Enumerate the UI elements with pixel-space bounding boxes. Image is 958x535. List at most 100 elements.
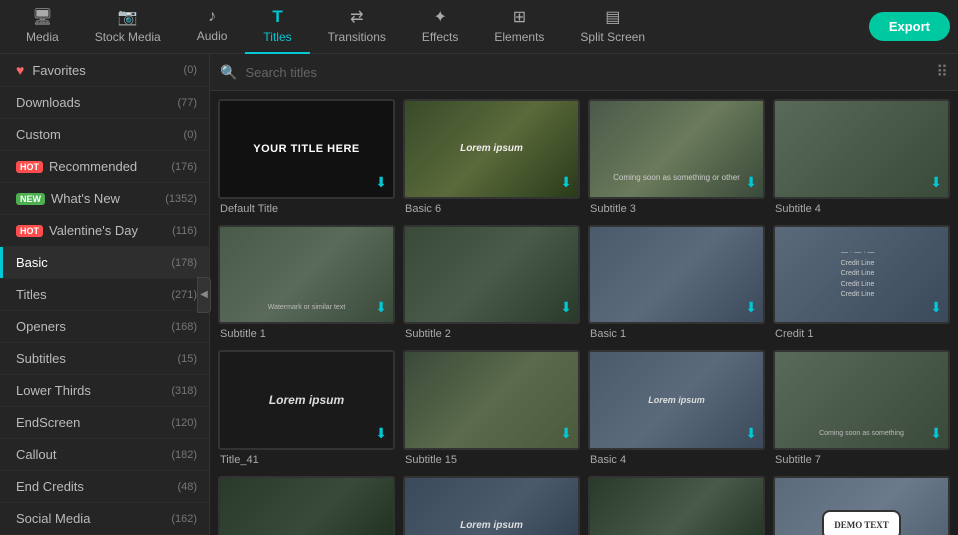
sidebar-label-custom: Custom — [16, 127, 180, 142]
thumb-text: Lorem ipsum — [458, 141, 525, 156]
sidebar-count-recommended: (176) — [171, 161, 197, 173]
grid-item-subtitle-15[interactable]: ⬇ Subtitle 15 — [403, 350, 580, 468]
sidebar-wrapper: ♥ Favorites (0) Downloads (77) Custom (0… — [0, 54, 210, 535]
grid-item-basic-1[interactable]: ⬇ Basic 1 — [588, 225, 765, 343]
thumb-overlay: Lorem ipsum — [220, 352, 393, 448]
download-icon-subtitle-4: ⬇ — [930, 174, 942, 191]
thumb-title-41: Lorem ipsum ⬇ — [218, 350, 395, 450]
sidebar-item-titles[interactable]: Titles (271) — [0, 279, 209, 311]
nav-item-effects[interactable]: ✦ Effects — [404, 0, 476, 54]
content-area: 🔍 ⠿ YOUR TITLE HERE ⬇ Default Title — [210, 54, 958, 535]
search-bar: 🔍 ⠿ — [210, 54, 958, 91]
sidebar-item-favorites[interactable]: ♥ Favorites (0) — [0, 54, 209, 87]
thumb-basic-1: ⬇ — [588, 225, 765, 325]
sidebar-label-recommended: Recommended — [49, 159, 167, 174]
nav-item-titles[interactable]: T Titles — [245, 0, 309, 54]
nav-item-split-screen[interactable]: ▤ Split Screen — [562, 0, 663, 54]
thumb-subtitle-3: Coming soon as something or other ⬇ — [588, 99, 765, 199]
grid-layout-icon[interactable]: ⠿ — [936, 62, 948, 82]
grid-item-credit-2[interactable]: Any text ⬇ Credit 2 — [588, 476, 765, 535]
thumb-overlay: Lorem ipsum — [405, 101, 578, 197]
grid-item-subtitle-7[interactable]: Coming soon as something ⬇ Subtitle 7 — [773, 350, 950, 468]
grid-item-credit-3[interactable]: Joe Bloggs ⬇ Credit 3 — [218, 476, 395, 535]
item-name-subtitle-3: Subtitle 3 — [588, 199, 765, 217]
nav-item-transitions[interactable]: ⇄ Transitions — [310, 0, 404, 54]
sidebar-count-valentines: (116) — [172, 225, 197, 237]
new-badge-whats-new: NEW — [16, 193, 45, 205]
item-name-subtitle-7: Subtitle 7 — [773, 450, 950, 468]
main-layout: ♥ Favorites (0) Downloads (77) Custom (0… — [0, 54, 958, 535]
grid-item-subtitle-3[interactable]: Coming soon as something or other ⬇ Subt… — [588, 99, 765, 217]
sidebar-label-openers: Openers — [16, 319, 167, 334]
sidebar-item-downloads[interactable]: Downloads (77) — [0, 87, 209, 119]
sidebar-count-whats-new: (1352) — [165, 193, 197, 205]
sidebar-item-openers[interactable]: Openers (168) — [0, 311, 209, 343]
sidebar-item-basic[interactable]: Basic (178) — [0, 247, 209, 279]
sidebar-item-social-media[interactable]: Social Media (162) — [0, 503, 209, 535]
thumb-subtitle-4: ⬇ — [773, 99, 950, 199]
grid-item-credit-1[interactable]: — · — · — Credit Line Credit Line Credit… — [773, 225, 950, 343]
search-icon: 🔍 — [220, 64, 237, 81]
download-icon-subtitle-15: ⬇ — [560, 425, 572, 442]
nav-item-media[interactable]: 🖥 Media — [8, 0, 77, 54]
sidebar-item-end-credits[interactable]: End Credits (48) — [0, 471, 209, 503]
download-icon-basic-4: ⬇ — [745, 425, 757, 442]
search-input[interactable] — [245, 65, 928, 80]
download-icon-subtitle-7: ⬇ — [930, 425, 942, 442]
nav-items: 🖥 Media 📷 Stock Media ♪ Audio T Titles ⇄… — [8, 0, 869, 54]
thumb-text: Lorem ipsum — [646, 393, 707, 407]
sidebar-item-recommended[interactable]: HOT Recommended (176) — [0, 151, 209, 183]
item-name-basic-1: Basic 1 — [588, 324, 765, 342]
nav-item-stock-media[interactable]: 📷 Stock Media — [77, 0, 179, 54]
grid-item-title-29[interactable]: Lorem ipsum ⬇ Title 29 — [403, 476, 580, 535]
thumb-credit-2: Any text ⬇ — [588, 476, 765, 535]
thumb-overlay: YOUR TITLE HERE — [220, 101, 393, 197]
sidebar-item-callout[interactable]: Callout (182) — [0, 439, 209, 471]
item-name-subtitle-4: Subtitle 4 — [773, 199, 950, 217]
thumb-basic-4: Lorem ipsum ⬇ — [588, 350, 765, 450]
thumb-text: Lorem ipsum — [458, 518, 525, 533]
sidebar-collapse-button[interactable]: ◀ — [197, 277, 211, 313]
sidebar-label-social-media: Social Media — [16, 511, 167, 526]
grid-item-subtitle-1[interactable]: Watermark or similar text ⬇ Subtitle 1 — [218, 225, 395, 343]
export-button[interactable]: Export — [869, 12, 950, 41]
sidebar-label-titles: Titles — [16, 287, 167, 302]
item-name-title-41: Title_41 — [218, 450, 395, 468]
nav-item-elements[interactable]: ⊞ Elements — [476, 0, 562, 54]
sidebar-item-whats-new[interactable]: NEW What's New (1352) — [0, 183, 209, 215]
sidebar-label-downloads: Downloads — [16, 95, 173, 110]
item-name-credit-1: Credit 1 — [773, 324, 950, 342]
thumb-overlay: Lorem ipsum — [405, 478, 578, 535]
sidebar-count-end-screen: (120) — [171, 417, 197, 429]
grid-item-basic-6[interactable]: Lorem ipsum ⬇ Basic 6 — [403, 99, 580, 217]
thumb-overlay: — · — · — Credit Line Credit Line Credit… — [775, 227, 948, 323]
item-name-basic-6: Basic 6 — [403, 199, 580, 217]
grid-item-title-41[interactable]: Lorem ipsum ⬇ Title_41 — [218, 350, 395, 468]
thumb-thought-bubble: DEMO TEXT ⬇ — [773, 476, 950, 535]
sidebar-count-lower-thirds: (318) — [171, 385, 197, 397]
sidebar-count-favorites: (0) — [184, 64, 197, 76]
sidebar-item-custom[interactable]: Custom (0) — [0, 119, 209, 151]
sidebar-item-lower-thirds[interactable]: Lower Thirds (318) — [0, 375, 209, 407]
grid-item-thought-bubble[interactable]: DEMO TEXT ⬇ Thought Bubble — [773, 476, 950, 535]
thumb-default-title: YOUR TITLE HERE ⬇ — [218, 99, 395, 199]
sidebar-item-valentines-day[interactable]: HOT Valentine's Day (116) — [0, 215, 209, 247]
transitions-icon: ⇄ — [350, 7, 363, 27]
sidebar-count-openers: (168) — [171, 321, 197, 333]
sidebar-item-end-screen[interactable]: EndScreen (120) — [0, 407, 209, 439]
sidebar-count-basic: (178) — [171, 257, 197, 269]
download-icon-default-title: ⬇ — [375, 174, 387, 191]
grid-item-subtitle-2[interactable]: ⬇ Subtitle 2 — [403, 225, 580, 343]
nav-item-audio[interactable]: ♪ Audio — [179, 0, 246, 54]
item-name-subtitle-2: Subtitle 2 — [403, 324, 580, 342]
nav-label-media: Media — [26, 30, 59, 44]
download-icon-subtitle-1: ⬇ — [375, 299, 387, 316]
grid-item-default-title[interactable]: YOUR TITLE HERE ⬇ Default Title — [218, 99, 395, 217]
sidebar-label-lower-thirds: Lower Thirds — [16, 383, 167, 398]
sidebar-item-subtitles[interactable]: Subtitles (15) — [0, 343, 209, 375]
hot-badge-valentines: HOT — [16, 225, 43, 237]
media-icon: 🖥 — [32, 7, 52, 27]
grid-item-basic-4[interactable]: Lorem ipsum ⬇ Basic 4 — [588, 350, 765, 468]
sidebar-label-favorites: Favorites — [32, 63, 179, 78]
grid-item-subtitle-4[interactable]: ⬇ Subtitle 4 — [773, 99, 950, 217]
